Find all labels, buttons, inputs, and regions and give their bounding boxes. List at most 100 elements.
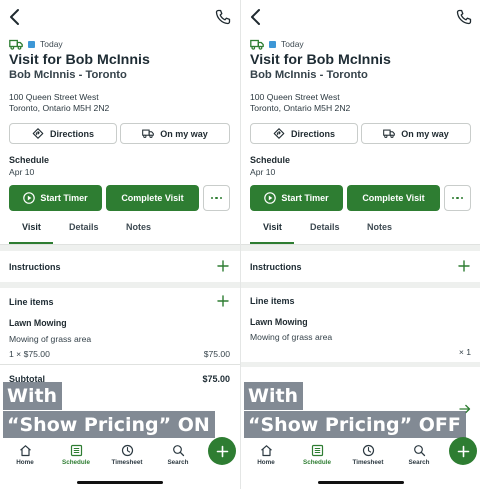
tab-visit[interactable]: Visit bbox=[22, 222, 41, 232]
section-separator bbox=[0, 245, 240, 251]
nav-timesheet[interactable]: Timesheet bbox=[347, 444, 389, 466]
address-line-2[interactable]: Toronto, Ontario M5H 2N2 bbox=[9, 103, 109, 113]
tab-notes[interactable]: Notes bbox=[126, 222, 151, 232]
phone-icon[interactable] bbox=[215, 9, 231, 25]
search-icon bbox=[172, 445, 184, 457]
truck-icon bbox=[9, 39, 23, 50]
more-dots-icon bbox=[456, 196, 459, 200]
start-timer-label: Start Timer bbox=[281, 193, 329, 203]
tab-details[interactable]: Details bbox=[310, 222, 340, 232]
home-icon bbox=[19, 445, 31, 457]
nav-search-label: Search bbox=[167, 459, 189, 466]
line-items-heading: Line items bbox=[250, 296, 295, 306]
nav-timesheet-label: Timesheet bbox=[111, 459, 143, 466]
chevron-left-icon[interactable] bbox=[7, 8, 23, 26]
tab-notes[interactable]: Notes bbox=[367, 222, 392, 232]
top-bar bbox=[0, 6, 240, 28]
nav-home-label: Home bbox=[16, 459, 34, 466]
directions-label: Directions bbox=[290, 128, 335, 139]
more-dots-icon bbox=[219, 196, 223, 200]
complete-visit-label: Complete Visit bbox=[362, 193, 425, 203]
tab-details[interactable]: Details bbox=[69, 222, 99, 232]
more-options-button[interactable] bbox=[203, 185, 230, 211]
visit-screen-pricing-on: Today Visit for Bob McInnis Bob McInnis … bbox=[0, 0, 240, 489]
today-label: Today bbox=[40, 39, 63, 49]
address-line-1[interactable]: 100 Queen Street West bbox=[9, 92, 99, 102]
line-item-description: Mowing of grass area bbox=[9, 334, 92, 344]
nav-search[interactable]: Search bbox=[398, 444, 440, 466]
schedule-label: Schedule bbox=[250, 155, 291, 165]
section-separator bbox=[0, 282, 240, 288]
complete-visit-label: Complete Visit bbox=[121, 193, 184, 203]
phone-icon[interactable] bbox=[456, 9, 472, 25]
line-item-total: $75.00 bbox=[203, 349, 230, 359]
directions-button[interactable]: Directions bbox=[250, 123, 358, 144]
more-dots-icon bbox=[460, 196, 464, 200]
nav-schedule[interactable]: Schedule bbox=[296, 444, 338, 466]
line-item-name[interactable]: Lawn Mowing bbox=[9, 318, 67, 328]
directions-button[interactable]: Directions bbox=[9, 123, 117, 144]
chevron-left-icon[interactable] bbox=[248, 8, 264, 26]
start-timer-label: Start Timer bbox=[40, 193, 88, 203]
nav-home[interactable]: Home bbox=[4, 444, 46, 466]
plus-icon bbox=[457, 445, 469, 457]
more-dots-icon bbox=[210, 196, 214, 200]
on-my-way-button[interactable]: On my way bbox=[361, 123, 471, 144]
nav-schedule[interactable]: Schedule bbox=[55, 444, 97, 466]
plus-icon[interactable] bbox=[458, 260, 470, 272]
directions-label: Directions bbox=[49, 128, 94, 139]
line-item-name[interactable]: Lawn Mowing bbox=[250, 317, 308, 327]
calendar-list-icon bbox=[70, 444, 82, 457]
line-item-description: Mowing of grass area bbox=[250, 332, 333, 342]
more-options-button[interactable] bbox=[444, 185, 471, 211]
directions-icon bbox=[273, 128, 285, 139]
today-marker bbox=[28, 40, 35, 48]
start-timer-button[interactable]: Start Timer bbox=[250, 185, 343, 211]
caption-line-1: With bbox=[3, 382, 63, 410]
address-line-1[interactable]: 100 Queen Street West bbox=[250, 92, 340, 102]
nav-timesheet[interactable]: Timesheet bbox=[106, 444, 148, 466]
directions-icon bbox=[32, 128, 44, 139]
address-line-2[interactable]: Toronto, Ontario M5H 2N2 bbox=[250, 103, 350, 113]
home-icon bbox=[260, 445, 272, 457]
nav-timesheet-label: Timesheet bbox=[352, 459, 384, 466]
plus-icon[interactable] bbox=[217, 260, 229, 272]
section-separator bbox=[241, 362, 480, 367]
more-dots-icon bbox=[451, 196, 455, 200]
on-my-way-button[interactable]: On my way bbox=[120, 123, 230, 144]
complete-visit-button[interactable]: Complete Visit bbox=[347, 185, 440, 211]
start-timer-button[interactable]: Start Timer bbox=[9, 185, 102, 211]
calendar-list-icon bbox=[311, 444, 323, 457]
top-bar bbox=[241, 6, 480, 28]
nav-search[interactable]: Search bbox=[157, 444, 199, 466]
today-marker bbox=[269, 40, 276, 48]
plus-icon[interactable] bbox=[217, 295, 229, 307]
instructions-heading: Instructions bbox=[250, 262, 302, 272]
clock-icon bbox=[121, 444, 133, 457]
caption-line-2: “Show Pricing” ON bbox=[3, 411, 215, 439]
line-item-quantity: × 1 bbox=[458, 347, 471, 357]
section-separator bbox=[241, 282, 480, 288]
more-dots-icon bbox=[215, 196, 218, 200]
truck-icon bbox=[142, 129, 155, 138]
client-name: Bob McInnis - Toronto bbox=[250, 69, 368, 81]
add-fab-button[interactable] bbox=[449, 437, 477, 465]
nav-home[interactable]: Home bbox=[245, 444, 287, 466]
truck-icon bbox=[383, 129, 396, 138]
on-my-way-label: On my way bbox=[160, 128, 208, 139]
complete-visit-button[interactable]: Complete Visit bbox=[106, 185, 199, 211]
subtotal-amount: $75.00 bbox=[202, 374, 230, 384]
nav-search-label: Search bbox=[408, 459, 430, 466]
tab-bar: Visit Details Notes bbox=[0, 222, 240, 244]
page-title: Visit for Bob McInnis bbox=[9, 52, 150, 68]
section-separator bbox=[241, 245, 480, 251]
caption-line-2: “Show Pricing” OFF bbox=[244, 411, 466, 439]
today-label: Today bbox=[281, 39, 304, 49]
home-indicator bbox=[318, 481, 404, 484]
search-icon bbox=[413, 445, 425, 457]
tab-visit[interactable]: Visit bbox=[263, 222, 282, 232]
nav-home-label: Home bbox=[257, 459, 275, 466]
tab-bar: Visit Details Notes bbox=[241, 222, 480, 244]
add-fab-button[interactable] bbox=[208, 437, 236, 465]
divider bbox=[0, 364, 240, 365]
